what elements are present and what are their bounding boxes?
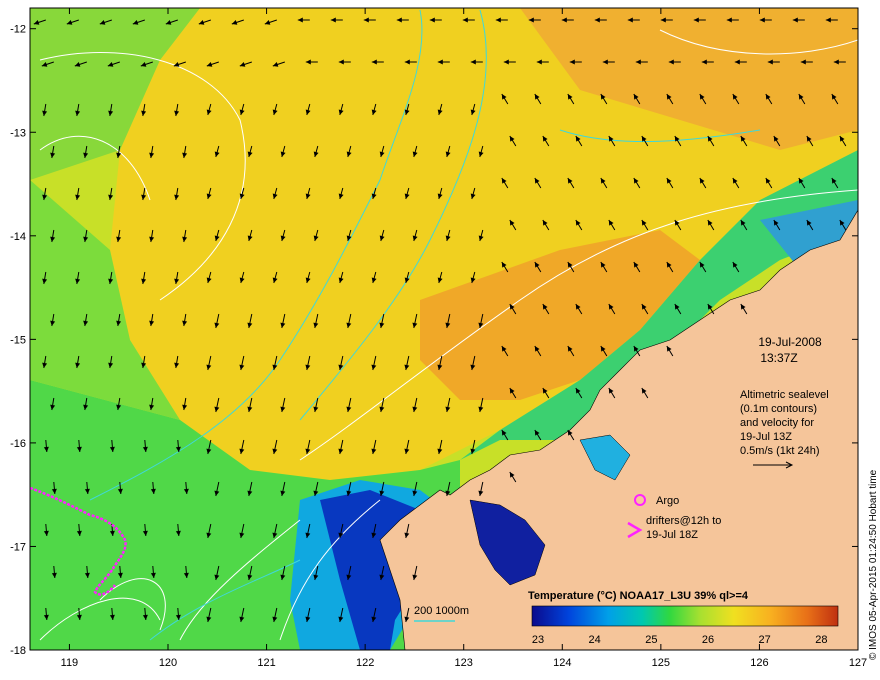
colorbar-tick-label: 28 bbox=[815, 634, 827, 646]
time-label: 13:37Z bbox=[760, 351, 797, 365]
y-tick-label: -18 bbox=[10, 645, 26, 657]
x-tick-label: 127 bbox=[849, 657, 867, 669]
legend-line-4: 19-Jul 13Z bbox=[740, 431, 792, 443]
colorbar-title: Temperature (°C) NOAA17_L3U 39% ql>=4 bbox=[528, 590, 749, 602]
legend-line-1: Altimetric sealevel bbox=[740, 389, 829, 401]
date-label: 19-Jul-2008 bbox=[758, 335, 822, 349]
y-tick-label: -13 bbox=[10, 127, 26, 139]
x-tick-label: 125 bbox=[652, 657, 670, 669]
isobath-legend-label: 200 1000m bbox=[414, 605, 469, 617]
legend-line-5: 0.5m/s (1kt 24h) bbox=[740, 445, 819, 457]
colorbar-tick-label: 24 bbox=[589, 634, 601, 646]
legend-line-2: (0.1m contours) bbox=[740, 403, 817, 415]
argo-label: Argo bbox=[656, 495, 679, 507]
credit-text: © IMOS 05-Apr-2015 01:24:50 Hobart time bbox=[868, 469, 879, 660]
x-tick-label: 120 bbox=[159, 657, 177, 669]
x-tick-label: 124 bbox=[553, 657, 571, 669]
y-tick-label: -15 bbox=[10, 334, 26, 346]
y-tick-label: -12 bbox=[10, 24, 26, 36]
colorbar-gradient bbox=[531, 605, 839, 627]
x-tick-label: 123 bbox=[455, 657, 473, 669]
legend-line-3: and velocity for bbox=[740, 417, 814, 429]
drifter-line-1: drifters@12h to bbox=[646, 515, 721, 527]
x-tick-label: 119 bbox=[61, 657, 79, 669]
colorbar-tick-label: 27 bbox=[759, 634, 771, 646]
x-tick-label: 126 bbox=[750, 657, 768, 669]
plot-area bbox=[30, 8, 858, 650]
colorbar-tick-label: 26 bbox=[702, 634, 714, 646]
colorbar-tick-label: 23 bbox=[532, 634, 544, 646]
y-tick-label: -16 bbox=[10, 438, 26, 450]
colorbar-tick-label: 25 bbox=[645, 634, 657, 646]
drifter-line-2: 19-Jul 18Z bbox=[646, 529, 698, 541]
x-tick-label: 122 bbox=[356, 657, 374, 669]
x-tick-label: 121 bbox=[257, 657, 275, 669]
y-tick-label: -14 bbox=[10, 231, 26, 243]
sst-map: 119 120 121 122 123 124 125 126 127 -12 -13 -14 -15… bbox=[10, 7, 879, 669]
y-tick-label: -17 bbox=[10, 541, 26, 553]
